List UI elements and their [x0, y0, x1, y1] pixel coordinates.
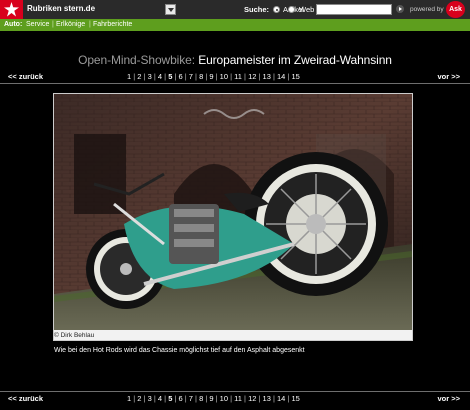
page-link-15[interactable]: 15: [291, 394, 299, 403]
motorcycle-photo[interactable]: [54, 94, 412, 340]
subnav-link-service[interactable]: Service: [26, 19, 49, 31]
photo-frame: [53, 93, 413, 341]
go-arrow-icon[interactable]: [396, 5, 404, 13]
next-link[interactable]: vor >>: [437, 71, 460, 83]
radio-web[interactable]: [288, 6, 295, 13]
title-main: Europameister im Zweirad-Wahnsinn: [198, 53, 392, 67]
radio-web-label: Web: [299, 5, 315, 14]
page-link-11[interactable]: 11: [234, 394, 242, 403]
stern-logo-icon[interactable]: [0, 0, 23, 19]
page-link-13[interactable]: 13: [263, 72, 271, 81]
page-numbers: 1 | 2 | 3 | 4 | 5 | 6 | 7 | 8 | 9 | 10 |…: [127, 393, 300, 405]
radio-artikel[interactable]: [273, 6, 280, 13]
title-prefix: Open-Mind-Showbike:: [78, 53, 195, 67]
prev-link[interactable]: << zurück: [8, 393, 43, 405]
top-bar: Rubriken stern.de Suche: Artikel Web pow…: [0, 0, 470, 19]
subnav-divider: |: [52, 21, 54, 28]
subnav-link-fahrberichte[interactable]: Fahrberichte: [93, 19, 132, 31]
search-input[interactable]: [316, 4, 392, 15]
powered-by-label: powered by: [410, 6, 444, 13]
pager-divider: [0, 391, 470, 392]
subnav-divider: |: [89, 21, 91, 28]
photo-credit: © Dirk Behlau: [54, 332, 95, 339]
sub-nav: Auto: Service | Erlkönige | Fahrberichte: [0, 19, 470, 31]
page-link-13[interactable]: 13: [263, 394, 271, 403]
page-title: Open-Mind-Showbike: Europameister im Zwe…: [0, 53, 470, 67]
page-link-15[interactable]: 15: [291, 72, 299, 81]
search-label: Suche:: [244, 5, 270, 14]
page-numbers: 1 | 2 | 3 | 4 | 5 | 6 | 7 | 8 | 9 | 10 |…: [127, 71, 300, 83]
photo-caption: Wie bei den Hot Rods wird das Chassie mö…: [54, 347, 305, 354]
subnav-link-erlkoenige[interactable]: Erlkönige: [56, 19, 85, 31]
pager-bottom: << zurück 1 | 2 | 3 | 4 | 5 | 6 | 7 | 8 …: [0, 391, 470, 405]
page-link-10[interactable]: 10: [220, 394, 228, 403]
rubriken-dropdown[interactable]: [165, 4, 176, 15]
page-link-11[interactable]: 11: [234, 72, 242, 81]
pager-divider: [0, 83, 470, 84]
next-link[interactable]: vor >>: [437, 393, 460, 405]
page-link-10[interactable]: 10: [220, 72, 228, 81]
ask-logo-icon[interactable]: Ask: [446, 1, 465, 18]
star-icon: [4, 2, 19, 17]
rubriken-label: Rubriken stern.de: [27, 4, 96, 13]
subnav-category: Auto:: [4, 21, 23, 28]
prev-link[interactable]: << zurück: [8, 71, 43, 83]
pager-top: << zurück 1 | 2 | 3 | 4 | 5 | 6 | 7 | 8 …: [0, 71, 470, 84]
